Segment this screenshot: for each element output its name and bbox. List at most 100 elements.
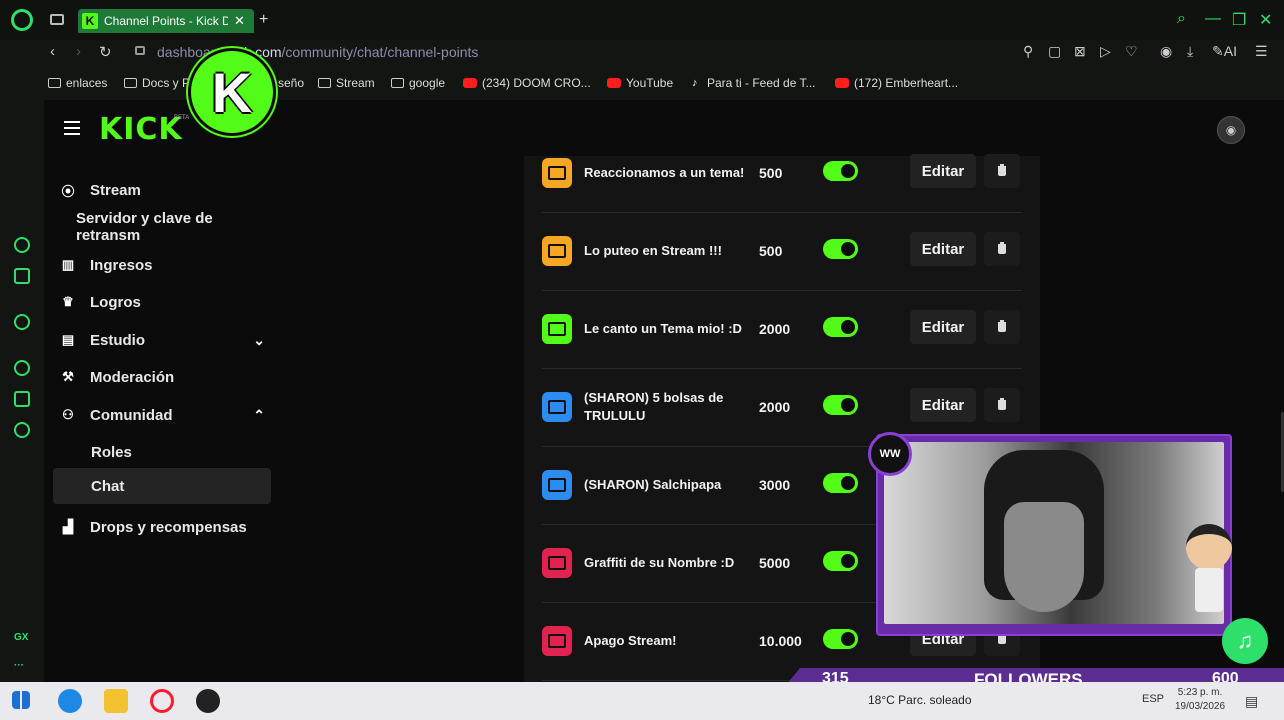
avatar[interactable]: ◉ [1217, 116, 1245, 144]
obs-icon[interactable] [196, 689, 220, 713]
trash-icon[interactable] [984, 154, 1020, 188]
tiktok-icon: ♪ [692, 77, 698, 89]
pin-icon[interactable]: ⚲ [1023, 43, 1033, 60]
windows-taskbar [0, 682, 1284, 720]
bookmark-item[interactable]: YouTube [607, 76, 673, 90]
sidebar-item-stream[interactable]: ⦿ Stream [53, 172, 271, 208]
bookmark-item[interactable]: enlaces [48, 76, 107, 90]
sidebar-item-ingresos[interactable]: ▥ Ingresos [53, 247, 271, 283]
search-icon[interactable]: ⌕ [1177, 10, 1186, 28]
youtube-icon [463, 78, 477, 88]
sidebar-item-comunidad[interactable]: ⚇ Comunidad ⌃ [53, 397, 271, 433]
sidebar-item-stream-key[interactable]: Servidor y clave de retransm [53, 209, 271, 245]
bookmark-label: seño [278, 76, 305, 90]
forward-icon[interactable]: › [76, 43, 81, 60]
windows-start-icon[interactable] [12, 691, 30, 709]
broadcast-icon: ⦿ [61, 183, 75, 199]
sidebar-item-logros[interactable]: ♛ Logros [53, 284, 271, 320]
sidebar-item-roles[interactable]: Roles [53, 434, 271, 470]
reward-toggle[interactable] [823, 395, 858, 415]
heart-icon[interactable]: ♡ [1125, 43, 1138, 60]
settings-icon[interactable] [14, 422, 30, 438]
snapshot-icon[interactable]: ▢ [1048, 43, 1061, 60]
reward-toggle[interactable] [823, 629, 858, 649]
reward-icon [542, 236, 572, 266]
profile-icon[interactable]: ◉ [1160, 43, 1172, 60]
trash-icon[interactable] [984, 388, 1020, 422]
url-path: /community/chat/channel-points [281, 44, 479, 60]
community-icon: ⚇ [62, 407, 74, 422]
reward-title: Reaccionamos a un tema! [584, 165, 745, 180]
edit-button[interactable]: Editar [910, 310, 976, 344]
download-icon[interactable]: ⤓ [1187, 43, 1193, 60]
reward-title: Apago Stream! [584, 633, 677, 648]
bookmark-item[interactable]: (234) DOOM CRO... [463, 76, 591, 90]
bookmark-item[interactable]: (172) Emberheart... [835, 76, 958, 90]
bookmark-item[interactable]: Stream [318, 76, 375, 90]
whatsapp-icon[interactable] [14, 314, 30, 330]
edit-button[interactable]: Editar [910, 232, 976, 266]
sidebar-item-moderacion[interactable]: ⚒ Moderación [53, 359, 271, 395]
browser-tab[interactable]: K Channel Points - Kick Dash ✕ [78, 9, 254, 33]
kick-overlay-logo: K [188, 48, 276, 136]
trash-icon[interactable] [984, 232, 1020, 266]
bookmark-item[interactable]: seño [278, 76, 304, 90]
chevron-down-icon[interactable]: ⌄ [253, 332, 265, 349]
sidebar-item-estudio[interactable]: ▤ Estudio ⌄ [53, 322, 271, 358]
opera-gx-taskbar-icon[interactable] [150, 689, 174, 713]
channel-badge: WW [868, 432, 912, 476]
maximize-button[interactable]: ❐ [1232, 10, 1246, 30]
reward-toggle[interactable] [823, 317, 858, 337]
chevron-up-icon[interactable]: ⌃ [253, 407, 265, 424]
folder-icon [124, 78, 137, 88]
reload-icon[interactable]: ↻ [99, 43, 112, 61]
extensions-icon[interactable] [14, 391, 30, 407]
reward-cost: 500 [759, 243, 783, 259]
edit-button[interactable]: Editar [910, 388, 976, 422]
weather-widget[interactable]: 18°C Parc. soleado [868, 693, 972, 707]
new-tab-button[interactable]: + [259, 11, 268, 29]
funko-body [1195, 568, 1223, 612]
reward-toggle[interactable] [823, 551, 858, 571]
reward-title: (SHARON) 5 bolsas de TRULULU [584, 390, 724, 423]
trash-icon[interactable] [984, 310, 1020, 344]
block-icon[interactable]: ⊠ [1074, 43, 1086, 60]
more-icon[interactable]: ··· [14, 660, 24, 671]
reward-toggle[interactable] [823, 473, 858, 493]
close-window-button[interactable]: ✕ [1259, 10, 1272, 30]
sidebar-item-label: Ingresos [90, 256, 153, 274]
reward-title: Lo puteo en Stream !!! [584, 243, 722, 258]
reward-toggle[interactable] [823, 239, 858, 259]
hamburger-menu-icon[interactable] [64, 121, 80, 135]
reward-toggle[interactable] [823, 161, 858, 181]
gx-control-icon[interactable] [14, 268, 30, 284]
play-icon[interactable]: ▷ [1100, 43, 1111, 60]
minimize-button[interactable]: — [1205, 10, 1221, 28]
language-indicator[interactable]: ESP [1142, 693, 1164, 705]
webcam-feed [884, 442, 1224, 624]
clock[interactable]: 5:23 p. m. 19/03/2026 [1175, 686, 1225, 714]
opera-gx-logo-icon[interactable] [11, 9, 33, 31]
file-explorer-icon[interactable] [104, 689, 128, 713]
aria-ai-button[interactable]: ✎AI [1212, 43, 1237, 60]
reward-row: Lo puteo en Stream !!! 500 Editar [542, 213, 1022, 291]
reward-row: Reaccionamos a un tema! 500 Editar [542, 135, 1022, 213]
edge-icon[interactable] [58, 689, 82, 713]
bookmark-item[interactable]: Docs y P [124, 76, 190, 90]
history-icon[interactable] [14, 360, 30, 376]
speed-dial-icon[interactable] [14, 237, 30, 253]
drops-icon: ▟ [63, 519, 73, 534]
notifications-icon[interactable]: ▤ [1245, 693, 1258, 710]
sidebar-item-drops[interactable]: ▟ Drops y recompensas [53, 509, 271, 545]
reward-title: Le canto un Tema mio! :D [584, 321, 742, 336]
back-icon[interactable]: ‹ [50, 43, 55, 60]
sidebar-item-chat[interactable]: Chat [53, 468, 271, 504]
menu-icon[interactable]: ☰ [1255, 43, 1268, 60]
tab-close-button[interactable]: ✕ [234, 13, 245, 29]
kick-logo[interactable]: KICK [99, 112, 183, 147]
bookmark-item[interactable]: ♪ Para ti - Feed de T... [692, 76, 816, 90]
tab-switcher-icon[interactable] [50, 14, 64, 25]
reward-row: Le canto un Tema mio! :D 2000 Editar [542, 291, 1022, 369]
edit-button[interactable]: Editar [910, 154, 976, 188]
bookmark-item[interactable]: google [391, 76, 445, 90]
